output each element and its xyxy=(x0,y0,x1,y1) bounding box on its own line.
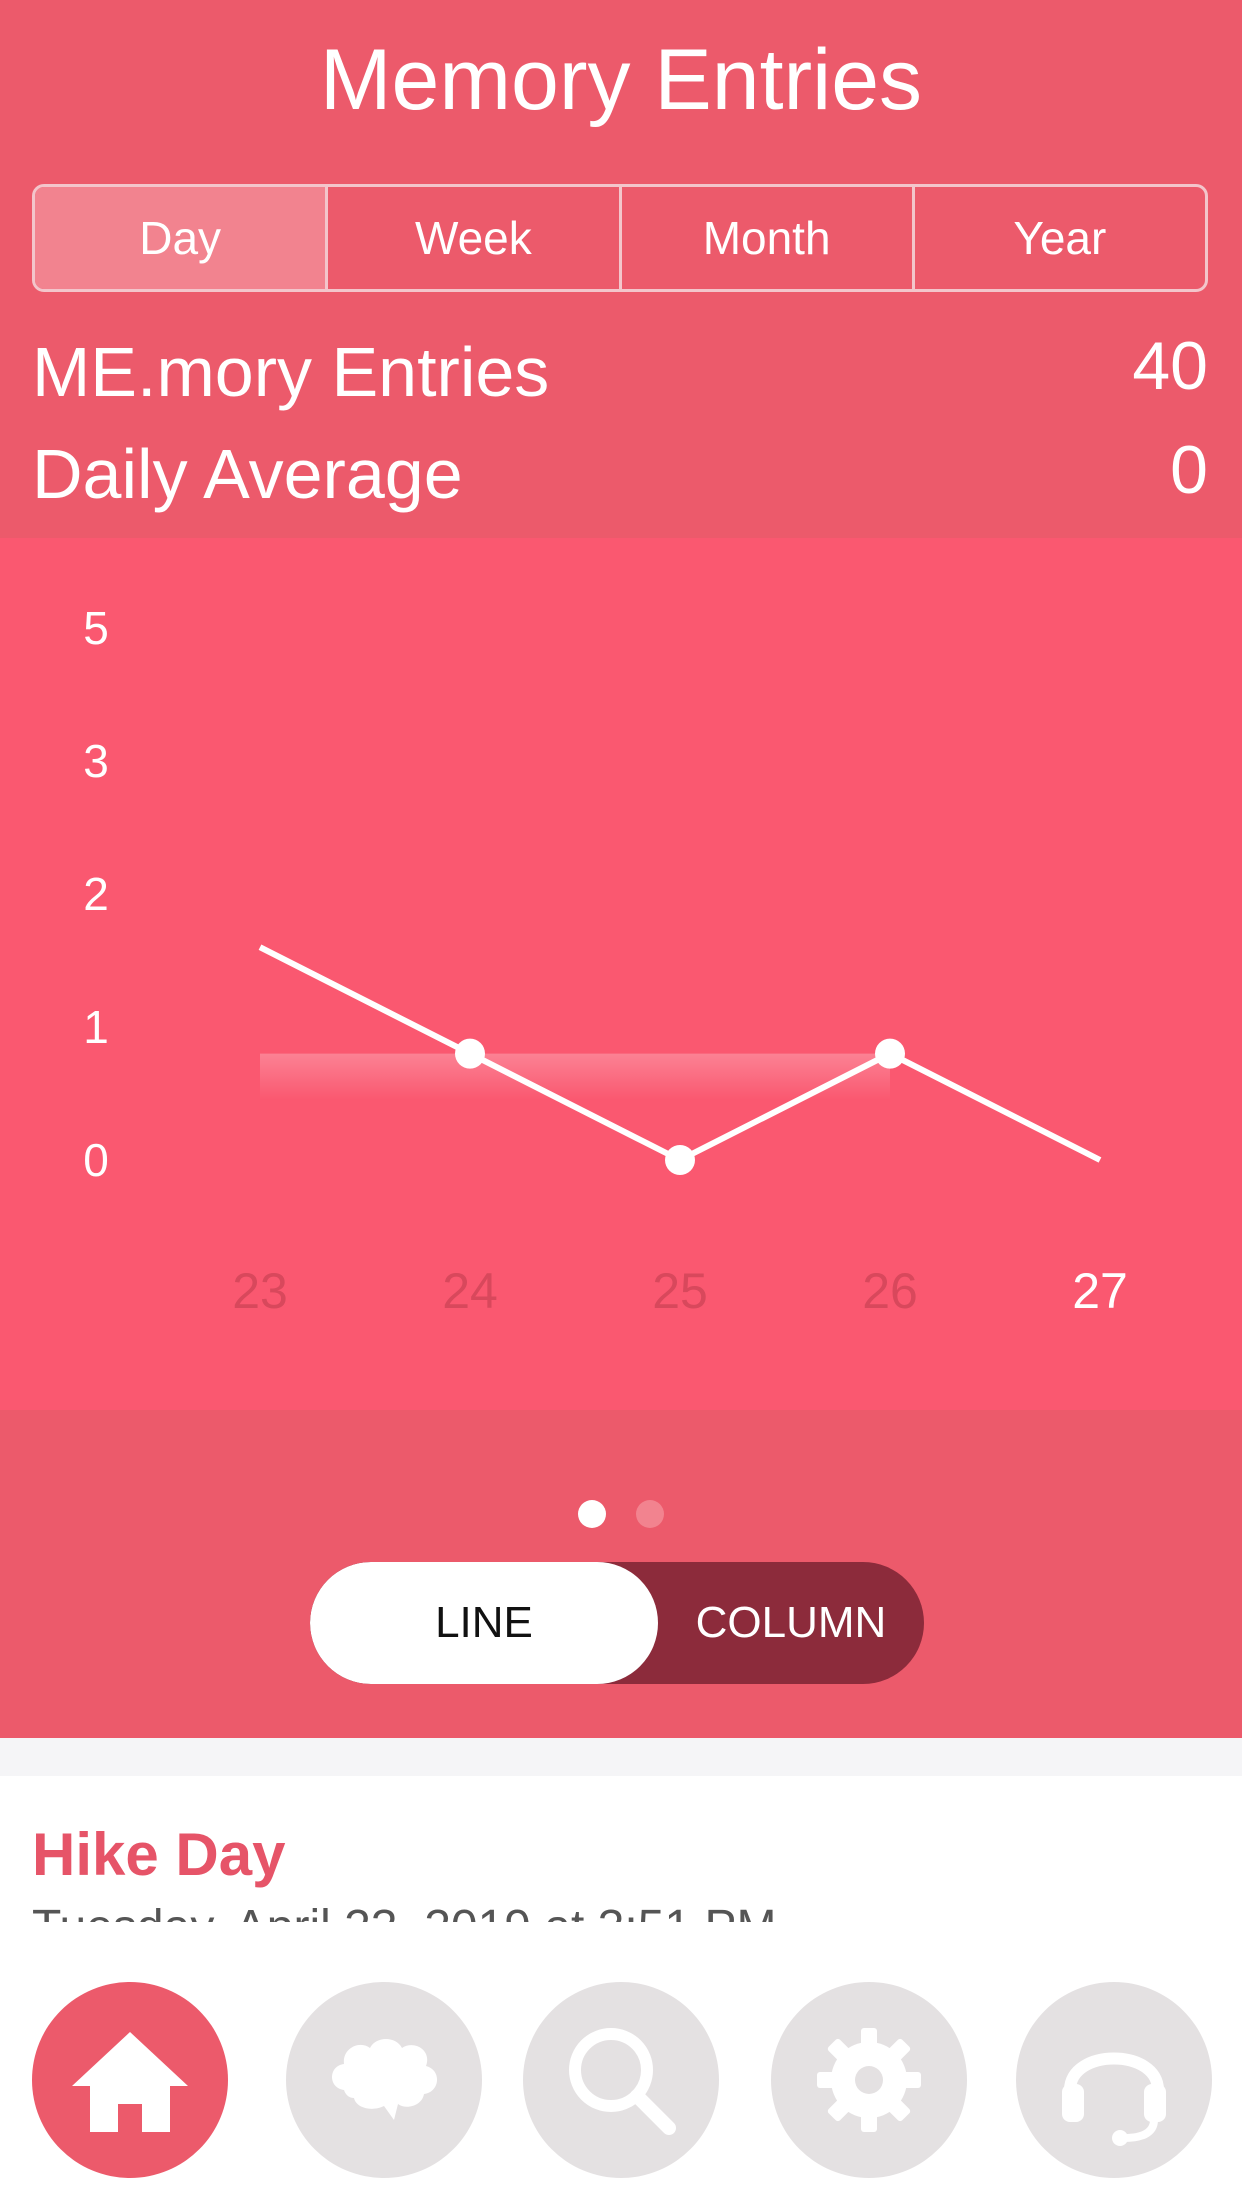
header-panel: Memory Entries Day Week Month Year ME.mo… xyxy=(0,0,1242,1738)
headset-icon xyxy=(1062,2052,1166,2146)
page-dot-1[interactable] xyxy=(578,1500,606,1528)
chart-type-toggle: COLUMN LINE xyxy=(310,1562,924,1684)
home-icon xyxy=(72,2032,188,2132)
line-chart-panel[interactable]: 0 1 2 3 5 23 24 25 26 27 xyxy=(0,538,1242,1410)
search-icon xyxy=(569,2028,676,2135)
data-point xyxy=(665,1145,695,1175)
page-dot-2[interactable] xyxy=(636,1500,664,1528)
line-chart: 0123523 24 25 26 27 xyxy=(83,602,1128,1319)
average-label: Daily Average xyxy=(32,435,463,513)
x-tick-label: 27 xyxy=(1072,1263,1128,1319)
x-tick-label: 26 xyxy=(862,1263,918,1319)
average-value: 0 xyxy=(1170,432,1208,508)
data-point xyxy=(455,1038,485,1069)
line-option[interactable]: LINE xyxy=(310,1562,658,1684)
segment-year[interactable]: Year xyxy=(911,187,1205,289)
y-tick-label: 1 xyxy=(83,1001,109,1053)
x-tick-label: 23 xyxy=(232,1263,288,1319)
tab-settings[interactable] xyxy=(771,1982,967,2178)
entries-label: ME.mory Entries xyxy=(32,333,550,411)
brain-icon xyxy=(332,2039,438,2120)
entries-value: 40 xyxy=(1132,328,1208,404)
y-tick-label: 5 xyxy=(83,602,109,654)
entry-date: Tuesday, April 23, 2019 at 3:51 PM xyxy=(32,1900,776,1922)
column-option[interactable]: COLUMN xyxy=(658,1562,924,1684)
data-point xyxy=(875,1038,905,1069)
x-tick-label: 25 xyxy=(652,1263,708,1319)
page-indicator xyxy=(0,1500,1242,1528)
segment-day[interactable]: Day xyxy=(35,187,326,289)
page-title: Memory Entries xyxy=(319,32,923,128)
tab-support[interactable] xyxy=(1016,1982,1212,2178)
tab-memories[interactable] xyxy=(286,1982,482,2178)
entry-title: Hike Day xyxy=(32,1821,286,1888)
memory-entry-card[interactable]: Hike Day Tuesday, April 23, 2019 at 3:51… xyxy=(0,1776,1242,1922)
highlight-band xyxy=(260,1053,890,1100)
tab-home[interactable] xyxy=(32,1982,228,2178)
tab-search[interactable] xyxy=(523,1982,719,2178)
y-tick-label: 2 xyxy=(83,868,109,920)
y-tick-label: 0 xyxy=(83,1134,109,1186)
segment-week[interactable]: Week xyxy=(325,187,618,289)
x-tick-label: 24 xyxy=(442,1263,498,1319)
section-divider xyxy=(0,1738,1242,1776)
segment-month[interactable]: Month xyxy=(618,187,912,289)
bottom-tab-bar xyxy=(0,1960,1242,2208)
gear-icon xyxy=(817,2028,921,2132)
period-segmented-control: Day Week Month Year xyxy=(32,184,1208,292)
y-tick-label: 3 xyxy=(83,735,109,787)
